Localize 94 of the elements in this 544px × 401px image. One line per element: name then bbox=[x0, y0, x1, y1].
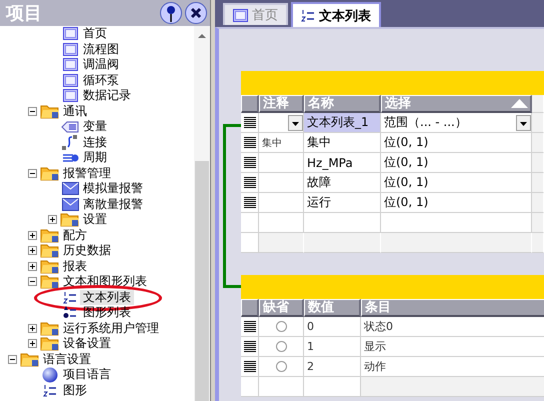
tree-item[interactable]: 数据记录 bbox=[80, 88, 134, 104]
table-cell: 集中 bbox=[304, 133, 381, 153]
row-handle-icon[interactable] bbox=[244, 137, 256, 148]
table-cell: 0 bbox=[304, 317, 361, 337]
tree-item[interactable]: 周期 bbox=[80, 150, 110, 166]
screen-icon bbox=[233, 8, 248, 22]
connection-icon bbox=[62, 134, 78, 150]
table-cell: Hz_MPa bbox=[304, 153, 381, 173]
tree-item[interactable]: 图形 bbox=[60, 382, 90, 398]
expand-toggle[interactable] bbox=[48, 215, 57, 224]
expand-toggle[interactable] bbox=[28, 339, 37, 348]
screen-icon bbox=[62, 74, 78, 87]
table-cell: 位(0, 1) bbox=[381, 193, 532, 213]
envelope-icon bbox=[62, 198, 78, 211]
tree-item[interactable]: 设置 bbox=[80, 212, 110, 228]
tree-item[interactable]: 历史数据 bbox=[60, 243, 114, 258]
folder-icon bbox=[60, 212, 80, 228]
folder-icon bbox=[20, 352, 40, 367]
row-handle-icon[interactable] bbox=[244, 341, 256, 352]
tree-item[interactable]: 项目语言 bbox=[60, 367, 114, 382]
globe-icon bbox=[42, 366, 58, 383]
cycle-icon bbox=[62, 152, 78, 163]
collapse-toggle[interactable] bbox=[28, 106, 37, 116]
tree-item[interactable]: 流程图 bbox=[80, 42, 122, 57]
expand-toggle[interactable] bbox=[28, 262, 37, 271]
radio-button[interactable] bbox=[276, 321, 287, 332]
expand-toggle[interactable] bbox=[28, 324, 37, 333]
tree-item[interactable]: 连接 bbox=[80, 134, 110, 150]
table-cell[interactable]: 文本列表_1 bbox=[304, 113, 381, 133]
table-cell: 位(0, 1) bbox=[381, 153, 532, 173]
screen-icon bbox=[62, 58, 78, 72]
numbered-list-icon bbox=[63, 290, 77, 304]
folder-icon bbox=[40, 274, 60, 290]
envelope-icon bbox=[62, 182, 78, 196]
table-cell: 动作 bbox=[361, 357, 544, 377]
sort-ascending-icon[interactable] bbox=[511, 99, 528, 108]
table-cell: 状态0 bbox=[361, 317, 544, 337]
dropdown-button[interactable] bbox=[288, 114, 303, 130]
pin-icon[interactable] bbox=[160, 2, 182, 24]
numbered-list-icon bbox=[43, 384, 57, 397]
tag-list-icon bbox=[61, 120, 79, 133]
row-handle-icon[interactable] bbox=[244, 177, 256, 188]
radio-button[interactable] bbox=[276, 361, 287, 372]
tree-item[interactable]: 通讯 bbox=[60, 104, 90, 119]
table-cell: 运行 bbox=[304, 193, 381, 213]
folder-icon bbox=[40, 320, 60, 336]
screen-icon bbox=[62, 89, 78, 102]
table-cell: 位(0, 1) bbox=[381, 173, 532, 193]
tab[interactable]: 文本列表 bbox=[291, 2, 381, 27]
tree-item[interactable]: 调温阀 bbox=[80, 57, 122, 72]
screen-icon bbox=[62, 42, 78, 56]
folder-icon bbox=[40, 258, 60, 274]
collapse-toggle[interactable] bbox=[8, 354, 17, 364]
folder-icon bbox=[40, 336, 60, 352]
tree-item[interactable]: 报表 bbox=[60, 258, 90, 274]
folder-icon bbox=[40, 166, 60, 181]
table-cell: 1 bbox=[304, 337, 361, 357]
numbered-list-icon bbox=[301, 9, 315, 22]
table-cell: 故障 bbox=[304, 173, 381, 193]
folder-icon bbox=[40, 228, 60, 243]
dropdown-field[interactable] bbox=[259, 113, 304, 133]
row-handle-icon[interactable] bbox=[244, 117, 256, 128]
tree-item[interactable]: 循环泵 bbox=[80, 72, 122, 88]
table-cell: 显示 bbox=[361, 337, 544, 357]
row-handle-icon[interactable] bbox=[244, 321, 256, 332]
collapse-toggle[interactable] bbox=[28, 168, 37, 178]
panel-title: 项目 bbox=[6, 2, 43, 25]
tree-item[interactable]: 运行系统用户管理 bbox=[60, 320, 162, 336]
radio-button[interactable] bbox=[276, 341, 287, 352]
table-cell: 位(0, 1) bbox=[381, 133, 532, 153]
tree-item[interactable]: 语言设置 bbox=[40, 352, 94, 367]
tree-item[interactable]: 首页 bbox=[80, 26, 110, 42]
tree-item[interactable]: 离散量报警 bbox=[80, 196, 146, 212]
tree-item[interactable]: 配方 bbox=[60, 228, 90, 243]
screen-icon bbox=[62, 27, 78, 40]
row-handle-icon[interactable] bbox=[244, 361, 256, 372]
close-icon[interactable] bbox=[185, 2, 207, 24]
expand-toggle[interactable] bbox=[28, 230, 37, 240]
graphic-list-icon bbox=[63, 306, 77, 320]
row-handle-icon[interactable] bbox=[244, 197, 256, 208]
table-cell: 2 bbox=[304, 357, 361, 377]
dropdown-field[interactable]: 范围（... - ...） bbox=[381, 113, 532, 133]
row-handle-icon[interactable] bbox=[244, 157, 256, 168]
folder-icon bbox=[40, 104, 60, 119]
collapse-toggle[interactable] bbox=[28, 277, 37, 286]
folder-icon bbox=[40, 243, 60, 258]
tree-item[interactable]: 设备设置 bbox=[60, 336, 114, 352]
table-cell: 集中 bbox=[259, 133, 304, 153]
expand-toggle[interactable] bbox=[28, 246, 37, 256]
dropdown-button[interactable] bbox=[516, 114, 531, 130]
tree-item[interactable]: 变量 bbox=[80, 119, 110, 134]
tree-item[interactable]: 文本列表 bbox=[80, 290, 134, 305]
tree-item[interactable]: 模拟量报警 bbox=[80, 181, 146, 196]
tree-item[interactable]: 报警管理 bbox=[60, 166, 114, 181]
